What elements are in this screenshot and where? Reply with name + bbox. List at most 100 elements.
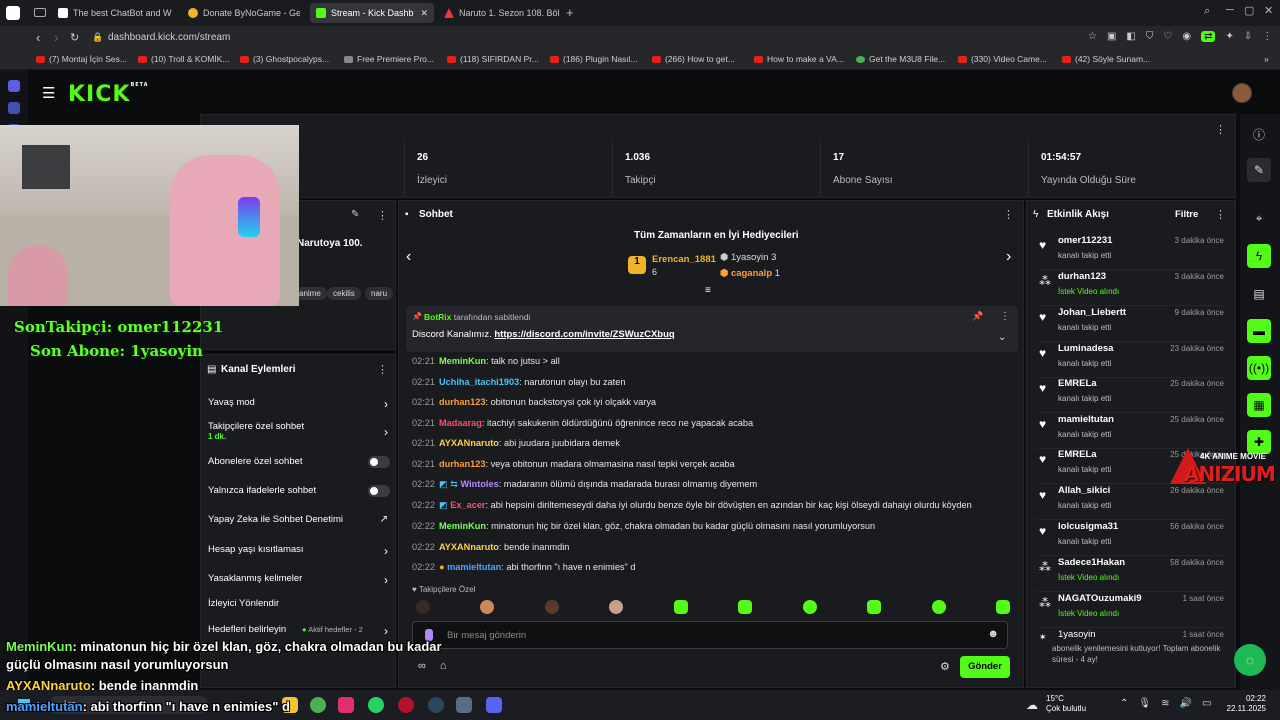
discord-icon[interactable]: [486, 697, 502, 713]
raid-item[interactable]: İzleyici Yönlendir: [208, 598, 390, 612]
chat-message[interactable]: 02:21 MeminKun: talk no jutsu > all: [412, 356, 560, 366]
sidebar-icon[interactable]: [8, 80, 20, 92]
panel-menu-icon[interactable]: ⋮: [1215, 208, 1226, 221]
panel-menu-icon[interactable]: ⋮: [377, 363, 388, 376]
chat-settings-icon[interactable]: ⚙: [940, 660, 950, 673]
reload-icon[interactable]: ↻: [70, 31, 79, 44]
mic-icon[interactable]: 🎙: [1138, 698, 1151, 709]
bookmark-icon[interactable]: ☆: [1088, 31, 1097, 42]
activity-item[interactable]: ♥ Allah_sikici kanalı takip etti 26 dakika …: [1036, 484, 1226, 520]
bookmark-item[interactable]: (42) Söyle Sunam...: [1062, 54, 1150, 64]
close-tab-icon[interactable]: ✕: [420, 8, 428, 19]
info-icon[interactable]: ⓘ: [1247, 122, 1271, 146]
chat-message[interactable]: 02:21 durhan123: obitonun backstorysi çok…: [412, 397, 656, 407]
chat-message[interactable]: 02:22 AYXANnaruto: bende inanmdin: [412, 542, 569, 552]
activity-item[interactable]: ⁂ durhan123 İstek Video alındı 3 dakika önc…: [1036, 270, 1226, 306]
chat-message[interactable]: 02:22 ◩ Ex_acer: abi hepsini diriltemesey…: [412, 500, 972, 511]
gifters-prev-icon[interactable]: ‹: [406, 248, 411, 266]
maximize-icon[interactable]: ▢: [1244, 4, 1254, 17]
sidebar-icon[interactable]: [8, 102, 20, 114]
extension-green-icon[interactable]: ⇄: [1201, 31, 1216, 42]
tag-chip[interactable]: cekilis: [327, 287, 361, 300]
bookmark-item[interactable]: (266) How to get...: [652, 54, 735, 64]
battery-icon[interactable]: ▭: [1202, 698, 1211, 709]
bookmark-item[interactable]: Get the M3U8 File...: [856, 54, 945, 64]
emote-icon[interactable]: [416, 600, 430, 614]
chat-message[interactable]: 02:22 ◩ ⇆ Wintoles: madaranın ölümü dışın…: [412, 479, 757, 490]
bookmark-item[interactable]: (7) Montaj İçin Ses...: [36, 54, 127, 64]
tab-naruto[interactable]: Naruto 1. Sezon 108. Bölü: [438, 3, 560, 23]
goals-item[interactable]: Hedefleri belirleyin ● Aktif hedefler - 2…: [208, 624, 390, 638]
activity-item[interactable]: ♥ EMRELa kanalı takip etti 25 dakika önce: [1036, 377, 1226, 413]
notes-icon[interactable]: ▤: [1247, 282, 1271, 306]
emote-icon[interactable]: [738, 600, 753, 614]
send-button[interactable]: Gönder: [960, 656, 1010, 678]
new-tab-icon[interactable]: +: [566, 5, 574, 20]
filter-button[interactable]: Filtre: [1175, 209, 1198, 220]
gifters-next-icon[interactable]: ›: [1006, 248, 1011, 266]
url-field[interactable]: dashboard.kick.com/stream: [108, 32, 230, 43]
heart-icon[interactable]: ♡: [1163, 31, 1172, 42]
search-icon[interactable]: ⌕: [1204, 5, 1210, 18]
chat-message[interactable]: 02:22 MeminKun: minatonun hiç bir özel kl…: [412, 521, 875, 531]
close-window-icon[interactable]: ✕: [1264, 4, 1273, 17]
app-icon[interactable]: [6, 6, 20, 20]
chat-icon[interactable]: ▬: [1247, 319, 1271, 343]
activity-item[interactable]: ⁂ Sadece1Hakan İstek Video alındı 58 dakika…: [1036, 556, 1226, 592]
lightning-icon[interactable]: ϟ: [1247, 244, 1271, 268]
emotes-only-item[interactable]: Yalnızca ifadelerle sohbet: [208, 485, 390, 499]
emote-icon[interactable]: [995, 600, 1010, 614]
bookmark-item[interactable]: How to make a VA...: [754, 54, 844, 64]
puzzle-icon[interactable]: ✦: [1225, 31, 1233, 42]
tab-kick-dashboard[interactable]: Stream - Kick Dashb ✕: [310, 3, 434, 23]
shield-icon[interactable]: ⛉: [1146, 31, 1154, 42]
chat-message[interactable]: 02:21 Madaarag: itachiyi sakukenin öldürd…: [412, 418, 753, 428]
volume-icon[interactable]: 🔊: [1179, 698, 1191, 709]
minimize-icon[interactable]: ─: [1226, 4, 1234, 16]
bookmark-item[interactable]: Free Premiere Pro...: [344, 54, 434, 64]
kick-logo[interactable]: KICKBETA: [68, 82, 149, 107]
emote-icon[interactable]: [931, 600, 946, 614]
layout-icon[interactable]: ▦: [1247, 393, 1271, 417]
site-info-icon[interactable]: 🔒: [92, 32, 103, 43]
ai-moderation-item[interactable]: Yapay Zeka ile Sohbet Denetimi ↗: [208, 514, 390, 528]
panel-menu-icon[interactable]: ⋮: [1215, 123, 1226, 136]
screenshot-icon[interactable]: ▣: [1107, 31, 1116, 42]
pinned-menu-icon[interactable]: ⋮: [1000, 311, 1010, 322]
target-icon[interactable]: ⌖: [1247, 206, 1271, 230]
activity-item[interactable]: ♥ Johan_Liebertt kanalı takip etti 9 dakika…: [1036, 306, 1226, 342]
extension-icon[interactable]: ◧: [1126, 31, 1135, 42]
subscribers-only-toggle[interactable]: [368, 456, 390, 468]
slow-mode-item[interactable]: Yavaş mod ›: [208, 397, 390, 411]
bookmark-item[interactable]: (3) Ghostpocalyps...: [240, 54, 329, 64]
subscribers-only-item[interactable]: Abonelere özel sohbet: [208, 456, 390, 470]
opera-icon[interactable]: [398, 697, 414, 713]
bookmark-item[interactable]: (118) SIFIRDAN Pr...: [447, 54, 539, 64]
tag-chip[interactable]: naru: [365, 287, 394, 300]
emote-icon[interactable]: [867, 600, 882, 614]
edit-icon[interactable]: ✎: [351, 209, 359, 220]
wifi-icon[interactable]: ≋: [1161, 698, 1169, 709]
account-age-item[interactable]: Hesap yaşı kısıtlaması ›: [208, 544, 390, 558]
steam-icon[interactable]: [428, 697, 444, 713]
emote-icon[interactable]: [673, 600, 688, 614]
whatsapp-icon[interactable]: [368, 697, 384, 713]
panel-menu-icon[interactable]: ⋮: [377, 209, 388, 222]
emote-icon[interactable]: [609, 600, 624, 614]
activity-item[interactable]: ♥ lolcusigma31 kanalı takip etti 56 dakika …: [1036, 520, 1226, 556]
emote-icon[interactable]: [802, 600, 817, 614]
banned-words-item[interactable]: Yasaklanmış kelimeler ›: [208, 573, 390, 587]
chevron-down-icon[interactable]: ⌄: [998, 332, 1006, 343]
tab-list-icon[interactable]: [34, 8, 46, 17]
edit-layout-icon[interactable]: ✎: [1247, 158, 1271, 182]
activity-item[interactable]: ♥ omer112231 kanalı takip etti 3 dakika önc…: [1036, 234, 1226, 270]
activity-item[interactable]: ♥ Luminadesa kanalı takip etti 23 dakika ön…: [1036, 342, 1226, 378]
support-chat-button[interactable]: ◌: [1234, 644, 1266, 676]
forward-icon[interactable]: ›: [54, 30, 58, 45]
hamburger-menu-icon[interactable]: ☰: [42, 84, 55, 102]
bookmark-item[interactable]: (10) Troll & KOMİK...: [138, 54, 229, 64]
clock[interactable]: 02:22 22.11.2025: [1226, 694, 1266, 714]
bookmark-item[interactable]: (330) Video Came...: [958, 54, 1047, 64]
vpn-icon[interactable]: ◉: [1182, 31, 1191, 42]
bookmark-item[interactable]: (186) Plugin Nasıl...: [550, 54, 638, 64]
